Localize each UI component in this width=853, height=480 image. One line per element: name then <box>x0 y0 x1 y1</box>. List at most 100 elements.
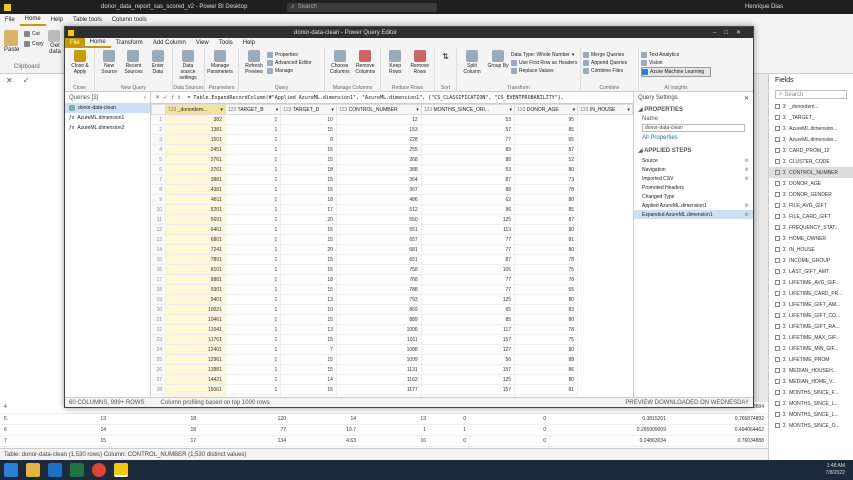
checkbox[interactable] <box>775 280 780 285</box>
checkbox[interactable] <box>775 148 780 153</box>
checkbox[interactable] <box>775 379 780 384</box>
applied-step[interactable]: Expanded AzureML.dimension1 ⚙ <box>634 210 753 219</box>
filter-dropdown-icon[interactable]: ▾ <box>627 107 630 113</box>
table-cell[interactable]: 1 <box>225 304 282 315</box>
pbi-tab-home[interactable]: Home <box>19 14 46 26</box>
table-row[interactable]: 19 9401 1 13 793 125 80 <box>151 294 633 305</box>
table-row[interactable]: 27 14421 1 14 1162 125 80 <box>151 374 633 385</box>
table-cell[interactable]: 80 <box>514 224 579 235</box>
table-cell[interactable]: 1 <box>225 214 282 225</box>
table-cell[interactable]: 3881 <box>165 174 226 185</box>
windows-start-icon[interactable] <box>4 463 18 477</box>
close-apply-button[interactable]: Close & Apply <box>68 50 92 75</box>
column-header[interactable]: 123 CONTROL_NUMBER ▾ <box>335 104 422 115</box>
applied-step[interactable]: Imported CSV ⚙ <box>634 174 753 183</box>
applied-step[interactable]: Navigation ⚙ <box>634 165 753 174</box>
table-row[interactable]: 23 11761 1 15 1011 157 75 <box>151 334 633 345</box>
table-cell[interactable]: 0 <box>430 413 470 425</box>
field-item[interactable]: Σ INCOME_GROUP <box>769 255 853 266</box>
table-cell[interactable]: 1 <box>225 164 282 175</box>
table-cell[interactable]: 81 <box>514 234 579 245</box>
table-cell[interactable]: 550 <box>336 214 422 225</box>
table-row[interactable]: 5 2761 1 15 268 88 52 <box>151 154 633 165</box>
checkbox[interactable] <box>775 115 780 120</box>
field-item[interactable]: Σ MEDIAN_HOME_V... <box>769 376 853 387</box>
table-cell[interactable]: 0.3815201 <box>550 413 670 425</box>
table-cell[interactable]: 1 <box>225 354 282 365</box>
table-cell[interactable]: 7241 <box>165 244 226 255</box>
field-item[interactable]: Σ AzureML.dimension... <box>769 123 853 134</box>
table-cell[interactable]: 7891 <box>165 254 226 265</box>
checkbox[interactable] <box>775 302 780 307</box>
table-row[interactable]: 3 1501 1 6 228 77 65 <box>151 134 633 145</box>
table-cell[interactable]: 0.265909009 <box>550 424 670 436</box>
checkbox[interactable] <box>775 423 780 428</box>
table-cell[interactable]: 1 <box>225 194 282 205</box>
refresh-preview-button[interactable]: Refresh Preview <box>242 50 266 75</box>
table-cell[interactable]: 1177 <box>336 384 422 395</box>
checkbox[interactable] <box>775 401 780 406</box>
table-cell[interactable]: 15 <box>280 224 337 235</box>
table-cell[interactable]: 81 <box>514 384 579 395</box>
pbi-tab-table-tools[interactable]: Table tools <box>68 14 107 26</box>
text-analytics-button[interactable]: Text Analytics <box>641 51 711 59</box>
field-item[interactable]: Σ _TARGET_ <box>769 112 853 123</box>
table-cell[interactable]: 255 <box>336 144 422 155</box>
recent-sources-button[interactable]: Recent Sources <box>122 50 144 75</box>
table-row[interactable]: 24 12401 1 7 1088 127 80 <box>151 344 633 355</box>
user-name[interactable]: Henrique Dias <box>745 4 783 10</box>
field-item[interactable]: Σ AzureML.dimension... <box>769 134 853 145</box>
table-cell[interactable]: 20 <box>280 214 337 225</box>
table-cell[interactable]: 4811 <box>165 194 226 205</box>
applied-step[interactable]: Applied AzureML.dimension1 ⚙ <box>634 201 753 210</box>
table-cell[interactable]: 65 <box>421 304 516 315</box>
table-row[interactable]: 9 4811 1 18 486 62 80 <box>151 194 633 205</box>
manage-button[interactable]: Manage <box>267 67 312 75</box>
table-cell[interactable]: 78 <box>514 274 579 285</box>
field-item[interactable]: Σ LIFETIME_GIFT_CO... <box>769 310 853 321</box>
table-row[interactable]: 28 15061 1 15 1177 157 81 <box>151 384 633 395</box>
table-cell[interactable]: 77 <box>421 274 516 285</box>
choose-columns-button[interactable]: Choose Columns <box>328 50 352 75</box>
data-source-settings-button[interactable]: Data source settings <box>176 50 200 81</box>
advanced-editor-button[interactable]: Advanced Editor <box>267 59 312 67</box>
table-cell[interactable]: 52 <box>514 154 579 165</box>
table-cell[interactable]: 13 <box>50 413 110 425</box>
table-row[interactable]: 2 1381 1 15 153 57 85 <box>151 124 633 135</box>
table-cell[interactable]: 13 <box>280 324 337 335</box>
pbi-search-box[interactable]: ⌕ Search <box>287 2 438 12</box>
table-cell[interactable]: 1 <box>225 274 282 285</box>
table-cell[interactable]: 88 <box>421 154 516 165</box>
field-item[interactable]: Σ LIFETIME_PROM <box>769 354 853 365</box>
table-cell[interactable]: 10021 <box>165 304 226 315</box>
table-cell[interactable]: 18 <box>110 424 200 436</box>
checkbox[interactable] <box>775 313 780 318</box>
filter-dropdown-icon[interactable]: ▾ <box>331 107 334 113</box>
table-cell[interactable]: 15 <box>280 254 337 265</box>
table-cell[interactable]: 14 <box>290 413 360 425</box>
table-cell[interactable]: 120 <box>200 413 290 425</box>
table-cell[interactable]: 15 <box>280 184 337 195</box>
whole-number-type-icon[interactable]: 123 <box>168 107 178 113</box>
table-cell[interactable]: 12401 <box>165 344 226 355</box>
query-item-donor-data-clean[interactable]: donor-data-clean <box>65 103 150 113</box>
data-type-dropdown[interactable]: Data Type: Whole Number ▾ <box>511 51 577 59</box>
table-cell[interactable]: 0 <box>470 413 550 425</box>
table-cell[interactable]: 1 <box>225 334 282 345</box>
field-item[interactable]: Σ LIFETIME_MIN_GIF... <box>769 343 853 354</box>
table-cell[interactable]: 1 <box>225 254 282 265</box>
field-item[interactable]: Σ FILE_AVG_GIFT <box>769 200 853 211</box>
table-cell[interactable]: 78 <box>514 324 579 335</box>
field-item[interactable]: Σ LIFETIME_AVG_GIF... <box>769 277 853 288</box>
table-cell[interactable]: 0 <box>470 424 550 436</box>
whole-number-type-icon[interactable]: 123 <box>283 107 293 113</box>
fields-search-input[interactable]: ⌕ Search <box>775 90 847 99</box>
table-cell[interactable]: 134 <box>200 435 290 447</box>
table-cell[interactable]: 77 <box>421 234 516 245</box>
table-cell[interactable]: 77 <box>421 244 516 255</box>
table-cell[interactable]: 89 <box>421 144 516 155</box>
table-cell[interactable]: 2761 <box>165 154 226 165</box>
table-row[interactable]: 17 8881 1 18 768 77 78 <box>151 274 633 285</box>
table-cell[interactable]: 15 <box>280 354 337 365</box>
table-row[interactable]: 14 7241 1 20 681 77 80 <box>151 244 633 255</box>
